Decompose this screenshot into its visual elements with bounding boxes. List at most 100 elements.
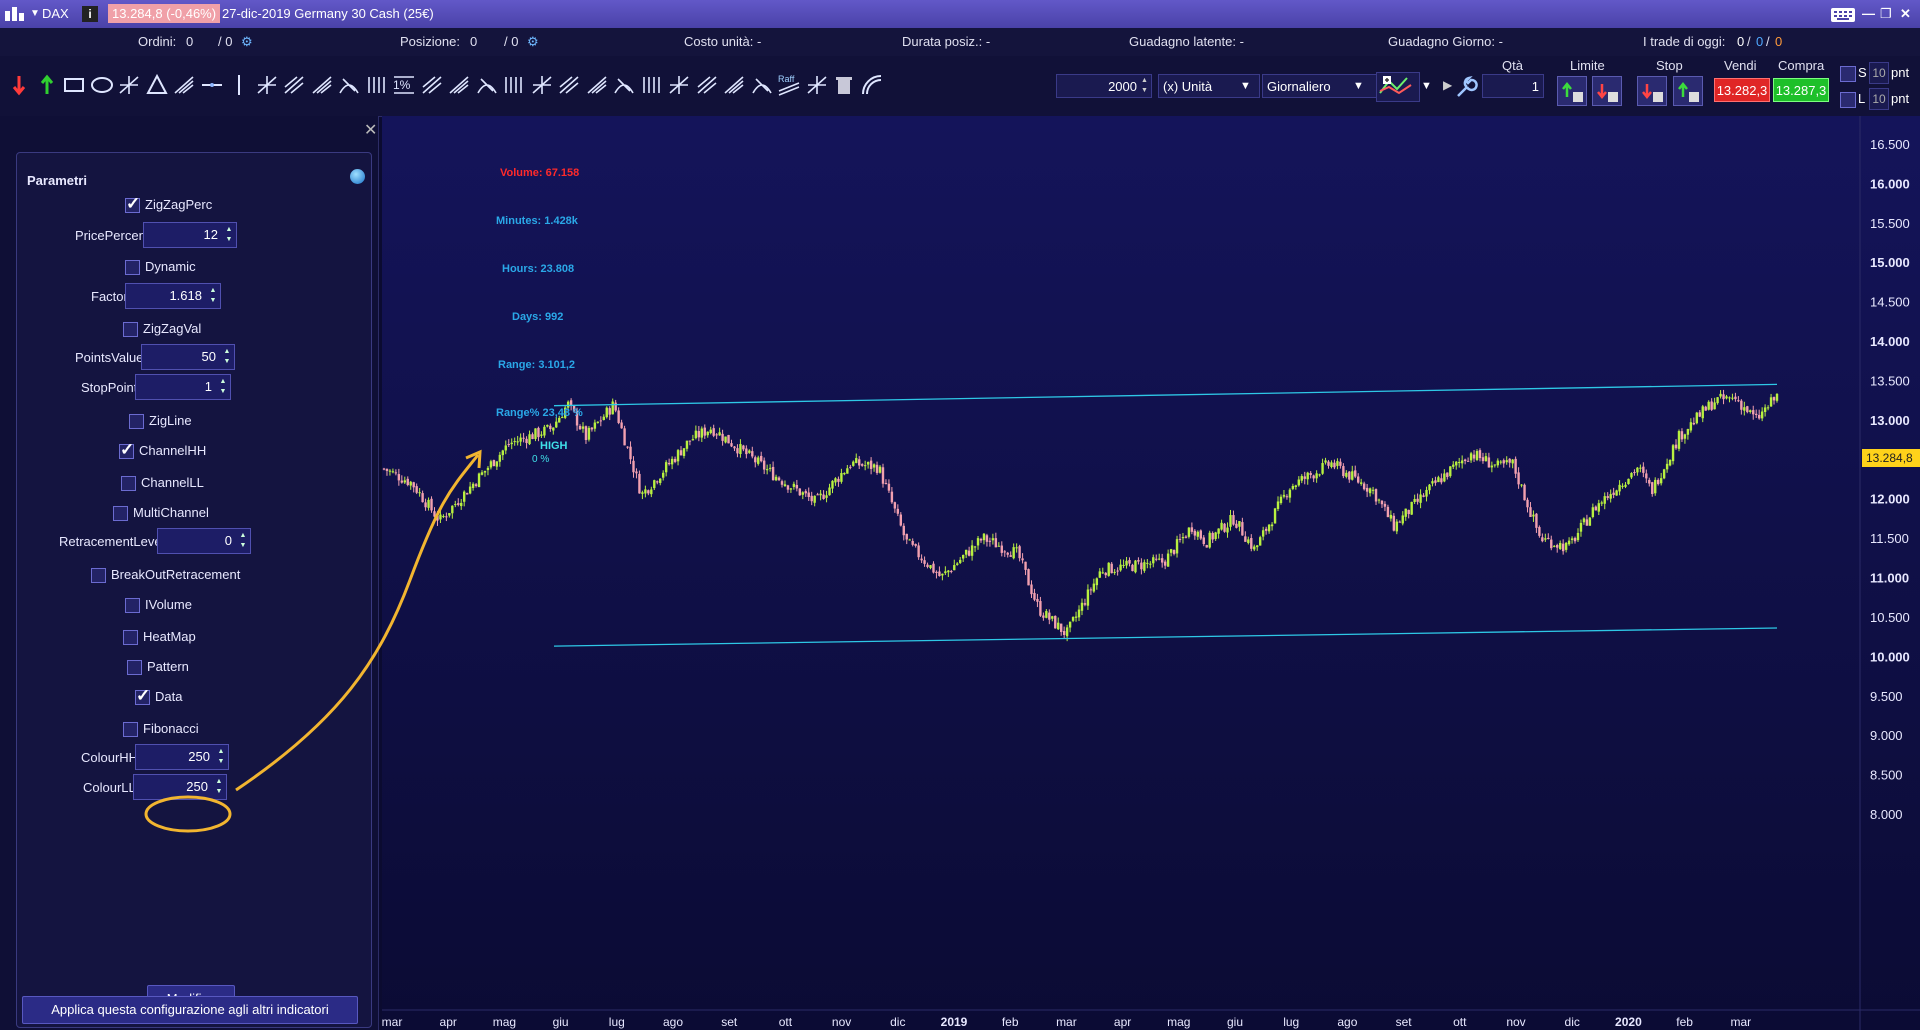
checkbox-dynamic[interactable]: [125, 260, 140, 275]
limit-sell-button[interactable]: [1592, 76, 1622, 106]
period-dropdown-icon[interactable]: ▼: [1353, 80, 1364, 92]
channel-tool-icon[interactable]: [446, 72, 472, 98]
buy-price-button[interactable]: 13.287,3: [1773, 78, 1829, 102]
vertical-line-icon[interactable]: [226, 72, 252, 98]
chart-app-icon[interactable]: [4, 5, 26, 23]
restore-icon[interactable]: ❐: [1880, 6, 1892, 22]
triangle-tool-icon[interactable]: [144, 72, 170, 98]
input-stoppoint[interactable]: 1 ▲ ▼: [135, 374, 231, 400]
spinner-colourhh[interactable]: ▲ ▼: [216, 747, 226, 767]
fibonacci-fan-icon[interactable]: [694, 72, 720, 98]
input-pointsvalue[interactable]: 50 ▲ ▼: [141, 344, 235, 370]
checkbox-zigline[interactable]: [129, 414, 144, 429]
price-chart[interactable]: 16.500 16.000 15.500 15.000 14.500 14.000 13.5…: [382, 116, 1920, 1030]
input-pricepercent[interactable]: 12 ▲ ▼: [143, 222, 237, 248]
checkbox-channelll[interactable]: [121, 476, 136, 491]
checkbox-zigzagperc[interactable]: [125, 194, 140, 214]
apply-config-button[interactable]: Applica questa configurazione agli altri…: [22, 996, 358, 1024]
candle-body: [1202, 537, 1205, 545]
checkbox-data[interactable]: [135, 686, 150, 706]
vertical-segment-icon[interactable]: [309, 72, 335, 98]
spinner-stoppoint[interactable]: ▲ ▼: [218, 377, 228, 397]
spiral-tool-icon[interactable]: [639, 72, 665, 98]
spinner-pricepercent[interactable]: ▲ ▼: [224, 225, 234, 245]
wrench-icon[interactable]: [1454, 76, 1478, 100]
horizontal-line-icon[interactable]: [199, 72, 225, 98]
chart-style-dropdown-icon[interactable]: ▼: [1421, 80, 1432, 92]
orders-gear-icon[interactable]: ⚙: [241, 34, 253, 50]
limit-points-input[interactable]: 10: [1869, 88, 1889, 110]
stop-enable-checkbox[interactable]: [1840, 66, 1856, 82]
ray-tool-icon[interactable]: [254, 72, 280, 98]
help-icon[interactable]: [350, 169, 365, 184]
panel-close-icon[interactable]: ✕: [364, 120, 377, 140]
candle-body: [1318, 474, 1321, 476]
checkbox-multichannel[interactable]: [113, 506, 128, 521]
fan-lines-icon[interactable]: [584, 72, 610, 98]
info-icon[interactable]: i: [82, 6, 98, 22]
trendline-tool-icon[interactable]: [171, 72, 197, 98]
symbol-name[interactable]: DAX: [42, 6, 69, 21]
stop-points-input[interactable]: 10: [1869, 62, 1889, 84]
limit-enable-checkbox[interactable]: [1840, 92, 1856, 108]
quantity-spinner[interactable]: ▲ ▼: [1141, 76, 1148, 96]
minimize-icon[interactable]: —: [1862, 6, 1875, 21]
input-factor[interactable]: 1.618 ▲ ▼: [125, 283, 221, 309]
ellipse-arc-icon[interactable]: [611, 72, 637, 98]
checkbox-pattern[interactable]: [127, 660, 142, 675]
extended-line-icon[interactable]: [281, 72, 307, 98]
arc-tool-icon[interactable]: [859, 72, 885, 98]
raff-channel-icon[interactable]: Raff: [776, 72, 802, 98]
buy-arrow-icon[interactable]: [34, 72, 60, 98]
symbol-dropdown-icon[interactable]: ▼: [30, 8, 40, 19]
checkbox-zigzagval[interactable]: [123, 322, 138, 337]
input-retracementlevel[interactable]: 0 ▲ ▼: [157, 528, 251, 554]
input-colourhh[interactable]: 250 ▲ ▼: [135, 744, 229, 770]
sell-arrow-icon[interactable]: [6, 72, 32, 98]
spinner-factor[interactable]: ▲ ▼: [208, 286, 218, 306]
ellipse-tool-icon[interactable]: [89, 72, 115, 98]
gann-fan-icon[interactable]: [364, 72, 390, 98]
trash-icon[interactable]: [831, 72, 857, 98]
parallel-channel-icon[interactable]: [474, 72, 500, 98]
stop-buy-button[interactable]: [1673, 76, 1703, 106]
regression-channel-icon[interactable]: [501, 72, 527, 98]
andrews-pitchfork-icon[interactable]: [419, 72, 445, 98]
price-target-icon[interactable]: [804, 72, 830, 98]
rectangle-tool-icon[interactable]: [61, 72, 87, 98]
angle-tool-icon[interactable]: [336, 72, 362, 98]
checkbox-ivolume[interactable]: [125, 598, 140, 613]
candle-body: [712, 428, 715, 436]
candle-body: [522, 437, 525, 439]
checkbox-heatmap[interactable]: [123, 630, 138, 645]
position-gear-icon[interactable]: ⚙: [527, 34, 539, 50]
keyboard-icon[interactable]: [1830, 6, 1856, 24]
sell-price-button[interactable]: 13.282,3: [1714, 78, 1770, 102]
elliott-wave-icon[interactable]: [721, 72, 747, 98]
cycle-lines-icon[interactable]: [529, 72, 555, 98]
spinner-pointsvalue[interactable]: ▲ ▼: [222, 347, 232, 367]
checkbox-channelhh[interactable]: [119, 440, 134, 460]
candle-body: [721, 433, 724, 441]
unit-dropdown-icon[interactable]: ▼: [1240, 80, 1251, 92]
speed-lines-icon[interactable]: [556, 72, 582, 98]
spinner-retracementlevel[interactable]: ▲ ▼: [238, 531, 248, 551]
candle-body: [1137, 560, 1140, 562]
checkbox-breakoutretracement[interactable]: [91, 568, 106, 583]
stop-sell-button[interactable]: [1637, 76, 1667, 106]
expand-icon[interactable]: ▶: [1443, 78, 1452, 92]
chart-style-button[interactable]: [1376, 72, 1420, 102]
checkbox-fibonacci[interactable]: [123, 722, 138, 737]
order-quantity-input[interactable]: 1: [1482, 74, 1544, 98]
input-colourll[interactable]: 250 ▲ ▼: [133, 774, 227, 800]
candle-body: [676, 450, 680, 462]
freehand-tool-icon[interactable]: [116, 72, 142, 98]
percent-retracement-icon[interactable]: 1%: [391, 72, 417, 98]
fibonacci-levels-icon[interactable]: [749, 72, 775, 98]
cross-lines-icon[interactable]: [666, 72, 692, 98]
quantity-input[interactable]: 2000: [1056, 74, 1152, 98]
limit-buy-button[interactable]: [1557, 76, 1587, 106]
candle-body: [430, 498, 433, 511]
close-icon[interactable]: ✕: [1900, 6, 1911, 22]
spinner-colourll[interactable]: ▲ ▼: [214, 777, 224, 797]
